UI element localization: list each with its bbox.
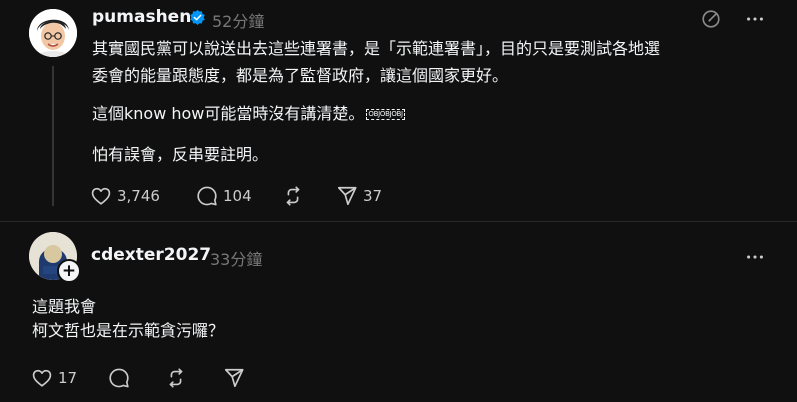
avatar-portrait xyxy=(29,9,77,57)
activity-icon[interactable] xyxy=(700,8,722,30)
repost-icon xyxy=(286,186,300,206)
like-button[interactable]: 3,746 xyxy=(90,185,160,207)
verified-badge-icon xyxy=(190,9,205,25)
follow-plus-icon[interactable]: + xyxy=(57,259,81,283)
repost-button[interactable] xyxy=(282,185,304,207)
post-text-line: 其實國民黨可以說送出去這些連署書，是「示範連署書」，目的只是要測試各地選 xyxy=(92,39,661,58)
comment-button[interactable]: 104 xyxy=(196,185,252,207)
more-icon[interactable] xyxy=(744,246,766,268)
post-text-line: 柯文哲也是在示範貪污囉？ xyxy=(32,321,225,340)
comment-count: 104 xyxy=(223,187,252,205)
more-icon[interactable] xyxy=(744,8,766,30)
repost-icon xyxy=(169,368,183,388)
post-time: 33分鐘 xyxy=(210,250,263,269)
post-text-line: 這題我會 xyxy=(32,297,97,316)
share-button[interactable]: 37 xyxy=(336,185,382,207)
send-icon xyxy=(224,368,244,388)
post-text-line: 怕有誤會，反串要註明。 xyxy=(92,145,269,164)
post-text-line: 委會的能量跟態度，都是為了監督政府，讓這個國家更好。 xyxy=(92,66,509,85)
like-button[interactable]: 17 xyxy=(31,367,77,389)
send-icon xyxy=(337,186,357,206)
post-time: 52分鐘 xyxy=(212,12,265,31)
post-divider xyxy=(0,221,797,222)
like-count: 3,746 xyxy=(117,187,160,205)
post-text-paragraph: 這個know how可能當時沒有講清楚。 OBJOBJOBJ xyxy=(92,100,782,127)
avatar-pumashen[interactable] xyxy=(29,9,77,57)
username[interactable]: pumashen xyxy=(92,7,191,27)
like-count: 17 xyxy=(58,369,78,387)
username[interactable]: cdexter2027 xyxy=(91,245,211,265)
thread-line xyxy=(52,66,54,206)
comment-icon xyxy=(109,368,129,388)
repost-button[interactable] xyxy=(165,367,187,389)
comment-button[interactable] xyxy=(108,367,130,389)
share-count: 37 xyxy=(363,187,383,205)
share-button[interactable] xyxy=(223,367,245,389)
comment-icon xyxy=(197,186,217,206)
object-placeholder: OBJOBJOBJ xyxy=(366,109,405,120)
heart-icon xyxy=(32,369,52,387)
post-text-line: 這個know how可能當時沒有講清楚。 xyxy=(92,104,365,123)
heart-icon xyxy=(91,187,111,205)
